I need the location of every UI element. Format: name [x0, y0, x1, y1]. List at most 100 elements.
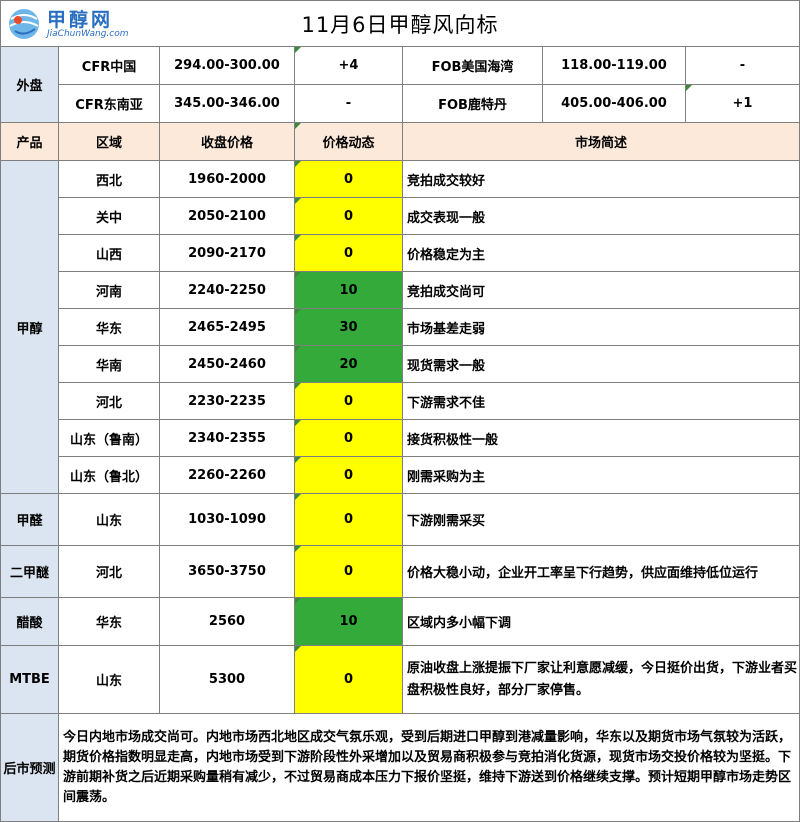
comment-marker-icon — [686, 85, 692, 91]
region-cell: 河北 — [58, 382, 160, 420]
outer-b-price: 405.00-406.00 — [542, 84, 686, 123]
formaldehyde-label: 甲醛 — [0, 493, 59, 546]
price-cell: 2560 — [159, 597, 295, 646]
region-cell: 华东 — [58, 597, 160, 646]
region-cell: 河北 — [58, 545, 160, 598]
desc-cell: 接货积极性一般 — [401, 419, 800, 457]
logo-site: JiaChunWang.com — [47, 29, 129, 39]
trend-cell: 30 — [294, 308, 403, 346]
price-cell: 2260-2260 — [159, 456, 295, 494]
price-cell: 1030-1090 — [159, 493, 295, 546]
desc-cell: 竞拍成交较好 — [401, 160, 800, 198]
desc-cell: 价格稳定为主 — [401, 234, 800, 272]
indicator-table: 甲醇网 JiaChunWang.com 11月6日甲醇风向标 外盘 CFR中国 … — [0, 0, 800, 822]
header-price: 收盘价格 — [159, 122, 295, 161]
trend-cell: 0 — [294, 160, 403, 198]
comment-marker-icon — [295, 598, 301, 604]
trend-cell: 0 — [294, 645, 403, 714]
outer-b-name: FOB鹿特丹 — [402, 84, 543, 123]
outer-b-change: - — [684, 46, 800, 85]
desc-cell: 区域内多小幅下调 — [401, 597, 800, 646]
trend-cell: 0 — [294, 382, 403, 420]
trend-cell: 0 — [294, 197, 403, 235]
trend-cell: 0 — [294, 234, 403, 272]
methanol-label: 甲醇 — [0, 160, 59, 494]
mtbe-row: MTBE 山东 5300 0 原油收盘上涨提振下厂家让利意愿减缓，今日挺价出货，… — [0, 645, 800, 714]
region-cell: 河南 — [58, 271, 160, 309]
table-row: 华南 2450-2460 20 现货需求一般 — [1, 345, 800, 383]
outer-row-2: CFR东南亚 345.00-346.00 - FOB鹿特丹 405.00-406… — [1, 84, 800, 123]
desc-cell: 竞拍成交尚可 — [401, 271, 800, 309]
price-cell: 3650-3750 — [159, 545, 295, 598]
price-cell: 2240-2250 — [159, 271, 295, 309]
desc-cell: 刚需采购为主 — [401, 456, 800, 494]
table-row: 山西 2090-2170 0 价格稳定为主 — [1, 234, 800, 272]
desc-cell: 下游需求不佳 — [401, 382, 800, 420]
price-cell: 5300 — [159, 645, 295, 714]
table-row: 山东（鲁南） 2340-2355 0 接货积极性一般 — [1, 419, 800, 457]
region-cell: 西北 — [58, 160, 160, 198]
forecast-text: 今日内地市场成交尚可。内地市场西北地区成交气氛乐观，受到后期进口甲醇到港减量影响… — [57, 713, 800, 822]
outer-b-price: 118.00-119.00 — [542, 46, 686, 85]
desc-cell: 下游刚需采买 — [401, 493, 800, 546]
outer-b-name: FOB美国海湾 — [402, 46, 543, 85]
comment-marker-icon — [295, 309, 301, 315]
dme-label: 二甲醚 — [0, 545, 59, 598]
forecast-row: 后市预测 今日内地市场成交尚可。内地市场西北地区成交气氛乐观，受到后期进口甲醇到… — [0, 713, 800, 822]
comment-marker-icon — [295, 346, 301, 352]
desc-cell: 市场基差走弱 — [401, 308, 800, 346]
region-cell: 关中 — [58, 197, 160, 235]
outer-row-1: 外盘 CFR中国 294.00-300.00 +4 FOB美国海湾 118.00… — [0, 46, 800, 123]
comment-marker-icon — [295, 198, 301, 204]
logo-text: 甲醇网 — [47, 9, 114, 31]
trend-cell: 10 — [294, 597, 403, 646]
comment-marker-icon — [295, 457, 301, 463]
formaldehyde-row: 甲醛 山东 1030-1090 0 下游刚需采买 — [0, 493, 800, 546]
comment-marker-icon — [295, 420, 301, 426]
comment-marker-icon — [295, 546, 301, 552]
methanol-indicator-sheet: 甲醇网 JiaChunWang.com 11月6日甲醇风向标 外盘 CFR中国 … — [0, 0, 800, 822]
desc-cell: 价格大稳小动，企业开工率呈下行趋势，供应面维持低位运行 — [401, 545, 800, 598]
region-cell: 华东 — [58, 308, 160, 346]
price-cell: 2230-2235 — [159, 382, 295, 420]
comment-marker-icon — [295, 646, 301, 652]
price-cell: 2340-2355 — [159, 419, 295, 457]
table-row: 河北 2230-2235 0 下游需求不佳 — [1, 382, 800, 420]
price-cell: 2050-2100 — [159, 197, 295, 235]
table-row: 关中 2050-2100 0 成交表现一般 — [1, 197, 800, 235]
region-cell: 山东 — [58, 645, 160, 714]
globe-icon — [9, 9, 39, 39]
dme-row: 二甲醚 河北 3650-3750 0 价格大稳小动，企业开工率呈下行趋势，供应面… — [0, 545, 800, 598]
outer-a-change: - — [294, 84, 403, 123]
price-cell: 1960-2000 — [159, 160, 295, 198]
region-cell: 华南 — [58, 345, 160, 383]
comment-marker-icon — [295, 272, 301, 278]
trend-cell: 0 — [294, 545, 403, 598]
header-row: 产品 区域 收盘价格 价格动态 市场简述 — [0, 122, 800, 161]
region-cell: 山东（鲁北） — [58, 456, 160, 494]
comment-marker-icon — [295, 123, 301, 129]
region-cell: 山西 — [58, 234, 160, 272]
table-row: 河南 2240-2250 10 竞拍成交尚可 — [1, 271, 800, 309]
desc-cell: 原油收盘上涨提振下厂家让利意愿减缓，今日挺价出货，下游业者买盘积极性良好，部分厂… — [401, 645, 800, 714]
trend-cell: 10 — [294, 271, 403, 309]
acetic-row: 醋酸 华东 2560 10 区域内多小幅下调 — [0, 597, 800, 646]
title-row: 甲醇网 JiaChunWang.com 11月6日甲醇风向标 — [0, 0, 800, 47]
outer-label: 外盘 — [0, 46, 59, 123]
price-cell: 2465-2495 — [159, 308, 295, 346]
table-row: 华东 2465-2495 30 市场基差走弱 — [1, 308, 800, 346]
comment-marker-icon — [295, 235, 301, 241]
forecast-label: 后市预测 — [0, 713, 59, 822]
header-desc: 市场简述 — [401, 122, 800, 161]
table-row: 山东（鲁北） 2260-2260 0 刚需采购为主 — [1, 456, 800, 494]
outer-b-change: +1 — [684, 84, 800, 123]
outer-a-change: +4 — [294, 46, 403, 85]
comment-marker-icon — [295, 494, 301, 500]
desc-cell: 现货需求一般 — [401, 345, 800, 383]
outer-a-name: CFR东南亚 — [58, 84, 160, 123]
outer-a-price: 345.00-346.00 — [159, 84, 295, 123]
acetic-label: 醋酸 — [0, 597, 59, 646]
page-title: 11月6日甲醇风向标 — [301, 12, 499, 37]
desc-cell: 成交表现一般 — [401, 197, 800, 235]
trend-cell: 0 — [294, 419, 403, 457]
